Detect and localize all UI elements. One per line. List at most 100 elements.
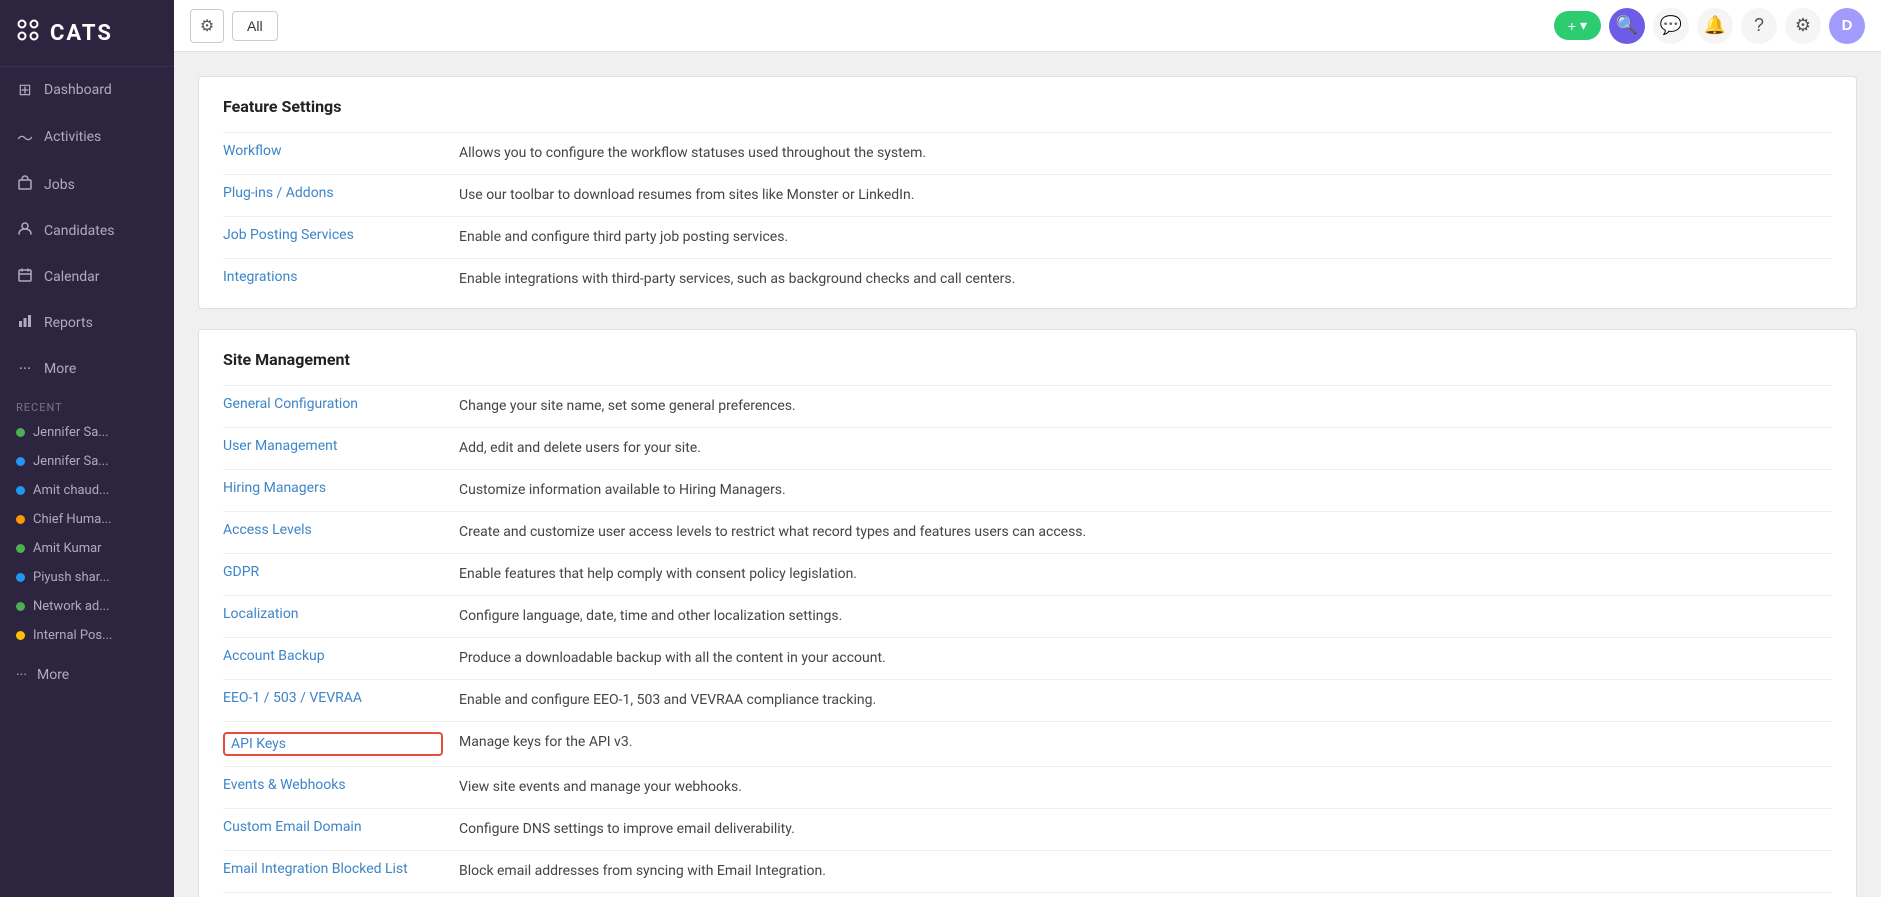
header-right: + ▾ 🔍 💬 🔔 ? ⚙ D: [1554, 8, 1865, 44]
email-blocked-desc: Block email addresses from syncing with …: [459, 861, 826, 882]
email-blocked-link[interactable]: Email Integration Blocked List: [223, 861, 443, 877]
settings-row-user-mgmt: User Management Add, edit and delete use…: [223, 427, 1832, 469]
sidebar-item-label: Jobs: [44, 177, 75, 193]
add-button[interactable]: + ▾: [1554, 11, 1601, 40]
account-backup-link[interactable]: Account Backup: [223, 648, 443, 664]
jobs-icon: [16, 175, 34, 195]
add-label: ▾: [1580, 17, 1587, 34]
recent-item-1[interactable]: Jennifer Sa...: [0, 447, 174, 476]
candidates-icon: [16, 221, 34, 241]
site-management-title: Site Management: [223, 350, 1832, 369]
help-icon: ?: [1754, 15, 1764, 36]
user-avatar[interactable]: D: [1829, 8, 1865, 44]
settings-row-localization: Localization Configure language, date, t…: [223, 595, 1832, 637]
recent-item-6[interactable]: Network ad...: [0, 592, 174, 621]
access-levels-desc: Create and customize user access levels …: [459, 522, 1086, 543]
content-area: Feature Settings Workflow Allows you to …: [174, 52, 1881, 897]
settings-row-email-blocked: Email Integration Blocked List Block ema…: [223, 850, 1832, 892]
integrations-link[interactable]: Integrations: [223, 269, 443, 285]
settings-row-access-levels: Access Levels Create and customize user …: [223, 511, 1832, 553]
localization-desc: Configure language, date, time and other…: [459, 606, 842, 627]
eeo-desc: Enable and configure EEO-1, 503 and VEVR…: [459, 690, 876, 711]
hiring-mgrs-link[interactable]: Hiring Managers: [223, 480, 443, 496]
hiring-mgrs-desc: Customize information available to Hirin…: [459, 480, 786, 501]
more-icon: ···: [16, 359, 34, 378]
search-icon: 🔍: [1616, 15, 1638, 36]
access-levels-link[interactable]: Access Levels: [223, 522, 443, 538]
job-posting-link[interactable]: Job Posting Services: [223, 227, 443, 243]
chat-button[interactable]: 💬: [1653, 8, 1689, 44]
all-button[interactable]: All: [232, 11, 278, 41]
plus-icon: +: [1568, 18, 1576, 34]
sidebar-item-candidates[interactable]: Candidates: [0, 208, 174, 254]
account-backup-desc: Produce a downloadable backup with all t…: [459, 648, 886, 669]
help-button[interactable]: ?: [1741, 8, 1777, 44]
chat-icon: 💬: [1660, 15, 1682, 36]
bell-icon: 🔔: [1704, 15, 1726, 36]
header: ⚙ All + ▾ 🔍 💬 🔔 ? ⚙ D: [174, 0, 1881, 52]
events-webhooks-link[interactable]: Events & Webhooks: [223, 777, 443, 793]
dot-icon: [16, 573, 25, 582]
sidebar-item-more[interactable]: ··· More: [0, 346, 174, 391]
recent-item-7[interactable]: Internal Pos...: [0, 621, 174, 650]
sidebar-item-calendar[interactable]: Calendar: [0, 254, 174, 300]
sidebar-item-jobs[interactable]: Jobs: [0, 162, 174, 208]
dot-icon: [16, 602, 25, 611]
sidebar-logo: CATS: [0, 0, 174, 67]
gear-button[interactable]: ⚙: [190, 9, 224, 43]
recent-item-5[interactable]: Piyush shar...: [0, 563, 174, 592]
localization-link[interactable]: Localization: [223, 606, 443, 622]
recent-item-4[interactable]: Amit Kumar: [0, 534, 174, 563]
settings-icon: ⚙: [1795, 15, 1811, 36]
sidebar-item-activities[interactable]: 〜 Activities: [0, 112, 174, 162]
site-management-section: Site Management General Configuration Ch…: [198, 329, 1857, 897]
settings-row-hiring-mgrs: Hiring Managers Customize information av…: [223, 469, 1832, 511]
sidebar-item-label: Dashboard: [44, 82, 112, 98]
dot-icon: [16, 428, 25, 437]
feature-settings-section: Feature Settings Workflow Allows you to …: [198, 76, 1857, 309]
feature-settings-title: Feature Settings: [223, 97, 1832, 116]
custom-email-link[interactable]: Custom Email Domain: [223, 819, 443, 835]
dot-icon: [16, 486, 25, 495]
eeo-link[interactable]: EEO-1 / 503 / VEVRAA: [223, 690, 443, 706]
custom-email-desc: Configure DNS settings to improve email …: [459, 819, 795, 840]
general-config-link[interactable]: General Configuration: [223, 396, 443, 412]
recent-item-3[interactable]: Chief Huma...: [0, 505, 174, 534]
search-button[interactable]: 🔍: [1609, 8, 1645, 44]
user-mgmt-desc: Add, edit and delete users for your site…: [459, 438, 701, 459]
settings-button[interactable]: ⚙: [1785, 8, 1821, 44]
sidebar-item-more-bottom[interactable]: ··· More: [0, 654, 174, 696]
recent-item-0[interactable]: Jennifer Sa...: [0, 418, 174, 447]
sidebar: CATS ⊞ Dashboard 〜 Activities Jobs Candi…: [0, 0, 174, 897]
api-keys-link[interactable]: API Keys: [223, 732, 443, 756]
user-mgmt-link[interactable]: User Management: [223, 438, 443, 454]
plugins-link[interactable]: Plug-ins / Addons: [223, 185, 443, 201]
gdpr-link[interactable]: GDPR: [223, 564, 443, 580]
settings-row-account-backup: Account Backup Produce a downloadable ba…: [223, 637, 1832, 679]
sidebar-item-label: Calendar: [44, 269, 100, 285]
notifications-button[interactable]: 🔔: [1697, 8, 1733, 44]
settings-row-integrations: Integrations Enable integrations with th…: [223, 258, 1832, 300]
settings-row-custom-email: Custom Email Domain Configure DNS settin…: [223, 808, 1832, 850]
more-dots-icon: ···: [16, 667, 27, 683]
general-config-desc: Change your site name, set some general …: [459, 396, 796, 417]
dot-icon: [16, 457, 25, 466]
activities-icon: 〜: [16, 125, 34, 149]
sidebar-item-label: More: [44, 361, 76, 377]
settings-row-events-webhooks: Events & Webhooks View site events and m…: [223, 766, 1832, 808]
sidebar-item-dashboard[interactable]: ⊞ Dashboard: [0, 67, 174, 112]
sidebar-item-reports[interactable]: Reports: [0, 300, 174, 346]
settings-row-job-posting: Job Posting Services Enable and configur…: [223, 216, 1832, 258]
sidebar-recent-list: Jennifer Sa... Jennifer Sa... Amit chaud…: [0, 418, 174, 650]
recent-item-2[interactable]: Amit chaud...: [0, 476, 174, 505]
sidebar-nav: ⊞ Dashboard 〜 Activities Jobs Candidates…: [0, 67, 174, 391]
main-area: ⚙ All + ▾ 🔍 💬 🔔 ? ⚙ D: [174, 0, 1881, 897]
gear-icon: ⚙: [200, 16, 214, 36]
events-webhooks-desc: View site events and manage your webhook…: [459, 777, 742, 798]
integrations-desc: Enable integrations with third-party ser…: [459, 269, 1015, 290]
sidebar-item-label: Activities: [44, 129, 101, 145]
sidebar-item-label: Reports: [44, 315, 93, 331]
dot-icon: [16, 515, 25, 524]
plugins-desc: Use our toolbar to download resumes from…: [459, 185, 914, 206]
workflow-link[interactable]: Workflow: [223, 143, 443, 159]
